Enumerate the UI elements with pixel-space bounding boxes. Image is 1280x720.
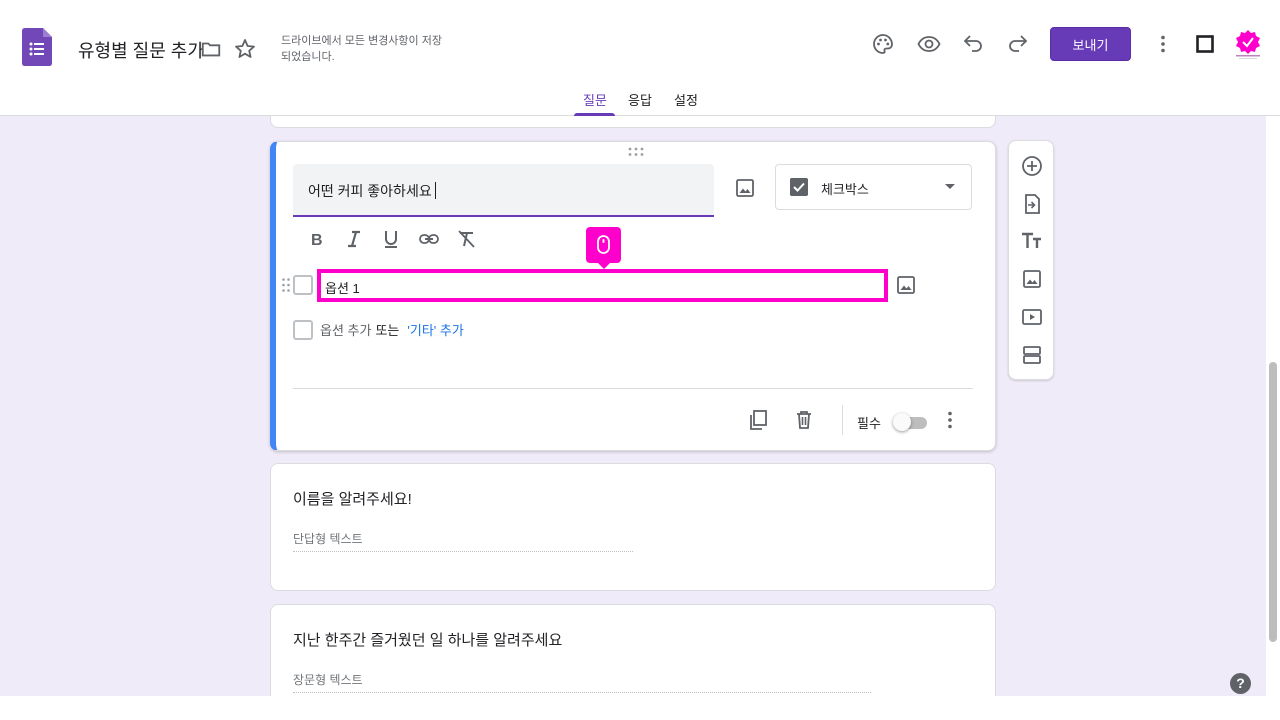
previous-question-card[interactable]: [270, 116, 996, 128]
help-icon[interactable]: ?: [1230, 673, 1251, 694]
required-toggle[interactable]: [893, 412, 929, 432]
delete-icon[interactable]: [792, 408, 816, 432]
question-card[interactable]: 지난 한주간 즐거웠던 일 하나를 알려주세요 장문형 텍스트: [270, 604, 996, 696]
tab-questions[interactable]: 질문: [583, 90, 607, 109]
option-input-highlighted[interactable]: 옵션 1: [317, 269, 888, 302]
option-checkbox[interactable]: [293, 275, 313, 295]
italic-icon[interactable]: [343, 228, 365, 250]
bold-icon[interactable]: B: [306, 228, 328, 250]
document-title[interactable]: 유형별 질문 추가: [78, 37, 204, 63]
question-type-dropdown[interactable]: 체크박스: [775, 164, 972, 210]
scrollbar-thumb[interactable]: [1269, 362, 1277, 642]
long-answer-placeholder: 장문형 텍스트: [293, 673, 363, 687]
header-bar: 유형별 질문 추가 드라이브에서 모든 변경사항이 저장되었습니다. 보내기 질…: [0, 0, 1280, 116]
palette-icon[interactable]: [871, 32, 895, 56]
add-option-checkbox: [293, 320, 313, 340]
link-icon[interactable]: [418, 228, 440, 250]
dropdown-arrow-icon: [945, 184, 955, 189]
add-option-row: 옵션 추가 또는 '기타' 추가: [320, 320, 464, 339]
add-section-icon[interactable]: [1020, 343, 1044, 367]
add-other-link[interactable]: '기타' 추가: [407, 323, 463, 338]
folder-icon[interactable]: [200, 38, 222, 60]
toggle-knob: [893, 413, 911, 431]
answer-line: [293, 692, 871, 693]
required-label: 필수: [857, 416, 881, 431]
question-title-input[interactable]: 어떤 커피 좋아하세요: [293, 164, 714, 217]
preview-eye-icon[interactable]: [917, 32, 941, 56]
short-answer-placeholder: 단답형 텍스트: [293, 532, 363, 546]
option-drag-handle-icon[interactable]: [281, 277, 291, 293]
tab-responses[interactable]: 응답: [628, 90, 652, 109]
card-divider: [293, 388, 973, 389]
drag-handle-icon[interactable]: [626, 147, 646, 157]
add-title-icon[interactable]: [1020, 229, 1044, 253]
duplicate-icon[interactable]: [746, 408, 770, 432]
svg-text:B: B: [311, 232, 323, 249]
redo-icon[interactable]: [1006, 32, 1030, 56]
underline-icon[interactable]: [380, 228, 402, 250]
bottom-strip: [0, 696, 1280, 720]
google-forms-editor: 유형별 질문 추가 드라이브에서 모든 변경사항이 저장되었습니다. 보내기 질…: [0, 0, 1280, 720]
add-question-icon[interactable]: [1020, 154, 1044, 178]
question-title: 이름을 알려주세요!: [293, 491, 412, 508]
question-title: 지난 한주간 즐거웠던 일 하나를 알려주세요: [293, 632, 563, 649]
send-button[interactable]: 보내기: [1050, 27, 1131, 61]
footer-separator: [842, 405, 843, 435]
text-caret: [434, 182, 436, 199]
save-status-text: 드라이브에서 모든 변경사항이 저장되었습니다.: [281, 35, 442, 63]
square-icon[interactable]: [1193, 32, 1217, 56]
active-question-card[interactable]: 어떤 커피 좋아하세요 체크박스 B 옵션 1 옵션 추가 또는 '기타' 추가…: [270, 141, 996, 451]
add-video-icon[interactable]: [1020, 305, 1044, 329]
question-more-icon[interactable]: [938, 408, 962, 432]
avatar[interactable]: [1233, 28, 1263, 60]
side-toolbar: [1008, 140, 1054, 380]
undo-icon[interactable]: [961, 32, 985, 56]
form-canvas: 어떤 커피 좋아하세요 체크박스 B 옵션 1 옵션 추가 또는 '기타' 추가…: [0, 116, 1266, 696]
mouse-icon: [597, 235, 610, 254]
or-label: 또는: [375, 323, 400, 338]
question-title-text: 어떤 커피 좋아하세요: [308, 181, 436, 201]
more-vert-icon[interactable]: [1151, 32, 1175, 56]
option-label: 옵션 1: [325, 281, 360, 296]
question-card[interactable]: 이름을 알려주세요! 단답형 텍스트: [270, 463, 996, 591]
question-type-label: 체크박스: [821, 182, 869, 197]
forms-logo-icon[interactable]: [22, 28, 52, 66]
answer-line: [293, 551, 633, 552]
import-questions-icon[interactable]: [1020, 192, 1044, 216]
add-option-link[interactable]: 옵션 추가: [320, 323, 371, 338]
add-image-icon[interactable]: [1020, 267, 1044, 291]
checkbox-type-icon: [790, 178, 808, 196]
clear-formatting-icon[interactable]: [455, 228, 477, 250]
add-image-icon[interactable]: [734, 177, 756, 199]
option-image-icon[interactable]: [895, 274, 917, 296]
star-icon[interactable]: [233, 37, 257, 61]
tab-bar: 질문 응답 설정: [0, 86, 1280, 116]
mouse-pointer-badge: [586, 227, 621, 263]
tab-settings[interactable]: 설정: [674, 90, 698, 109]
